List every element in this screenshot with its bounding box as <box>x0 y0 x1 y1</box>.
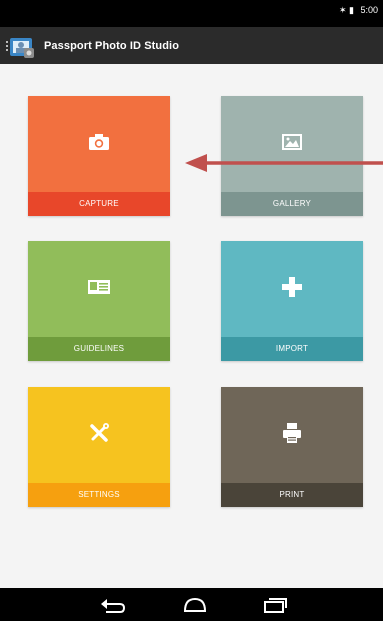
status-icons: ✶ ▮ <box>338 5 354 15</box>
import-tile-body[interactable] <box>221 241 363 337</box>
import-tile[interactable]: IMPORT <box>221 241 363 361</box>
printer-icon <box>281 422 303 449</box>
gallery-tile-label: GALLERY <box>221 192 363 216</box>
capture-tile-label: CAPTURE <box>28 192 170 216</box>
back-icon[interactable] <box>100 596 126 619</box>
tools-icon <box>88 422 110 449</box>
capture-tile[interactable]: CAPTURE <box>28 96 170 216</box>
plus-icon <box>281 276 303 303</box>
settings-tile-label: SETTINGS <box>28 483 170 507</box>
home-icon[interactable] <box>182 596 208 619</box>
print-tile-label: PRINT <box>221 483 363 507</box>
settings-tile[interactable]: SETTINGS <box>28 387 170 507</box>
app-logo-icon[interactable] <box>6 32 36 60</box>
guidelines-tile-label: GUIDELINES <box>28 337 170 361</box>
annotation-arrow <box>183 150 383 185</box>
action-bar: Passport Photo ID Studio <box>0 27 383 64</box>
navigation-bar <box>0 588 383 621</box>
app-screen: ✶ ▮ 5:00 Passport Photo ID Studio CAPTUR… <box>0 0 383 621</box>
guidelines-tile[interactable]: GUIDELINES <box>28 241 170 361</box>
camera-icon <box>88 133 110 156</box>
print-tile[interactable]: PRINT <box>221 387 363 507</box>
app-title: Passport Photo ID Studio <box>44 39 180 52</box>
status-bar: ✶ ▮ 5:00 <box>0 0 383 27</box>
settings-tile-body[interactable] <box>28 387 170 483</box>
recent-apps-icon[interactable] <box>262 596 288 619</box>
print-tile-body[interactable] <box>221 387 363 483</box>
capture-tile-body[interactable] <box>28 96 170 192</box>
import-tile-label: IMPORT <box>221 337 363 361</box>
guidelines-tile-body[interactable] <box>28 241 170 337</box>
id-card-icon <box>87 279 111 300</box>
status-time: 5:00 <box>360 5 378 15</box>
